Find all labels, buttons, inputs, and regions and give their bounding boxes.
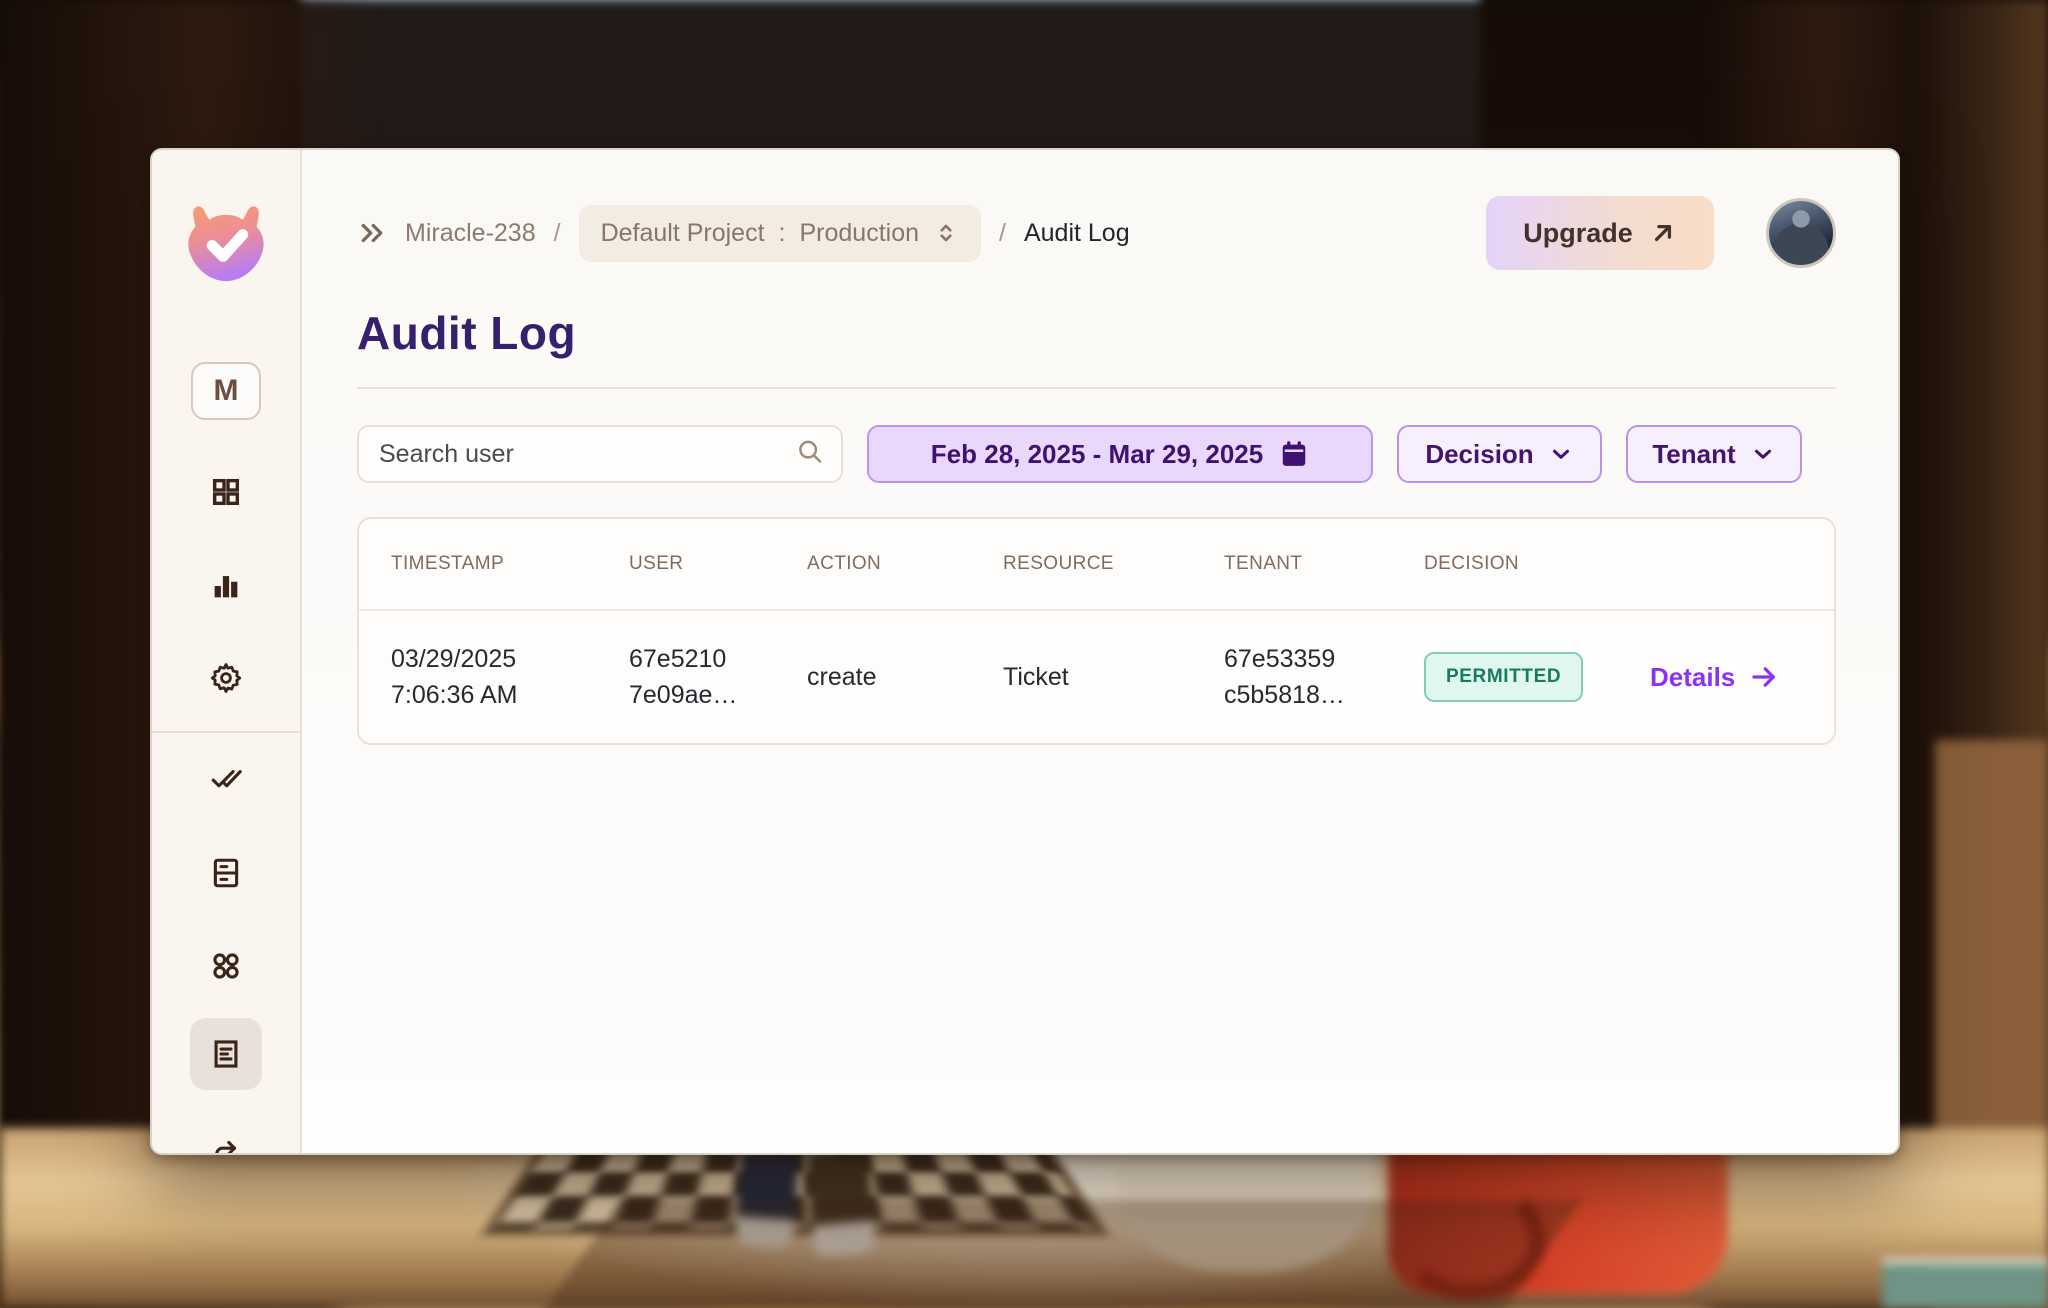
page-title: Audit Log <box>357 307 577 359</box>
four-circles-icon[interactable] <box>206 946 246 986</box>
cell-resource: Ticket <box>1003 663 1069 691</box>
topbar: Miracle-238 / Default Project : Producti… <box>357 195 1836 271</box>
main-content: Miracle-238 / Default Project : Producti… <box>302 150 1898 1153</box>
double-check-icon[interactable] <box>206 758 246 798</box>
sidebar-divider <box>152 731 300 733</box>
column-header-decision: DECISION <box>1424 553 1520 574</box>
cell-tenant: 67e53359 c5b5818… <box>1224 645 1345 709</box>
cell-action: create <box>807 663 877 691</box>
user-avatar[interactable] <box>1766 198 1836 268</box>
column-header-user: USER <box>629 553 684 574</box>
search-icon <box>795 437 825 472</box>
breadcrumb: Miracle-238 / Default Project : Producti… <box>357 204 1130 262</box>
calendar-icon <box>1279 439 1309 469</box>
chevron-down-icon <box>1750 441 1776 467</box>
audit-log-table: TIMESTAMP USER ACTION RESOURCE TENANT DE… <box>357 517 1836 745</box>
breadcrumb-org[interactable]: Miracle-238 <box>405 219 536 248</box>
arrow-right-icon <box>1749 662 1779 692</box>
decision-filter-label: Decision <box>1425 438 1534 469</box>
column-header-action: ACTION <box>807 553 882 574</box>
title-divider <box>357 387 1836 389</box>
date-range-button[interactable]: Feb 28, 2025 - Mar 29, 2025 <box>867 425 1373 483</box>
details-link[interactable]: Details <box>1650 662 1779 693</box>
breadcrumb-page: Audit Log <box>1023 218 1130 247</box>
arrow-up-right-icon <box>1649 219 1677 247</box>
sidebar-item-audit-log[interactable] <box>190 1018 262 1090</box>
table-row[interactable]: 03/29/2025 7:06:36 AM 67e5210 7e09ae… cr… <box>359 611 1834 743</box>
column-header-tenant: TENANT <box>1224 553 1303 574</box>
background-shadow <box>538 1200 1582 1308</box>
column-header-resource: RESOURCE <box>1003 553 1114 574</box>
bar-chart-icon[interactable] <box>206 566 246 606</box>
date-range-label: Feb 28, 2025 - Mar 29, 2025 <box>930 438 1264 469</box>
share-arrow-icon[interactable] <box>206 1131 246 1153</box>
decision-status-badge: PERMITTED <box>1424 652 1584 702</box>
breadcrumb-colon: : <box>778 218 786 247</box>
cell-timestamp: 03/29/2025 7:06:36 AM <box>391 645 518 709</box>
cell-user: 67e5210 7e09ae… <box>629 645 738 709</box>
project-environment-selector[interactable]: Default Project : Production <box>578 204 982 262</box>
topbar-right: Upgrade <box>1486 196 1836 270</box>
column-header-timestamp: TIMESTAMP <box>391 553 505 574</box>
upgrade-button[interactable]: Upgrade <box>1486 196 1714 270</box>
upgrade-label: Upgrade <box>1523 217 1633 248</box>
workspace-button[interactable]: M <box>191 362 261 420</box>
cell-decision: PERMITTED <box>1424 652 1650 702</box>
details-label: Details <box>1650 661 1736 692</box>
gear-icon[interactable] <box>206 658 246 698</box>
screen: M Miracle-238 / Default Project: Produc… <box>0 0 2048 1308</box>
chevron-down-icon <box>1548 441 1574 467</box>
grid-dashboard-icon[interactable] <box>206 472 246 512</box>
chevron-up-down-icon <box>933 220 959 246</box>
double-chevron-right-icon[interactable] <box>357 218 387 248</box>
app-window: M Miracle-238 / Default Project: Produc… <box>150 148 1900 1155</box>
breadcrumb-separator: / <box>553 218 561 247</box>
filters-row: Feb 28, 2025 - Mar 29, 2025 Decision <box>357 425 1836 483</box>
table-header-row: TIMESTAMP USER ACTION RESOURCE TENANT DE… <box>359 519 1834 611</box>
breadcrumb-environment: Production <box>799 218 920 247</box>
background-notebook <box>1882 1258 2048 1308</box>
decision-filter-dropdown[interactable]: Decision <box>1397 425 1602 483</box>
breadcrumb-separator: / <box>999 218 1006 247</box>
tenant-filter-dropdown[interactable]: Tenant <box>1626 425 1802 483</box>
permit-cat-logo-icon <box>179 197 274 292</box>
search-field <box>357 425 843 483</box>
audit-log-document-icon <box>206 1034 246 1074</box>
storage-box-icon[interactable] <box>206 853 246 893</box>
sidebar: M <box>152 150 302 1153</box>
search-input[interactable] <box>357 425 843 483</box>
breadcrumb-project: Default Project <box>600 218 765 247</box>
tenant-filter-label: Tenant <box>1652 438 1736 469</box>
